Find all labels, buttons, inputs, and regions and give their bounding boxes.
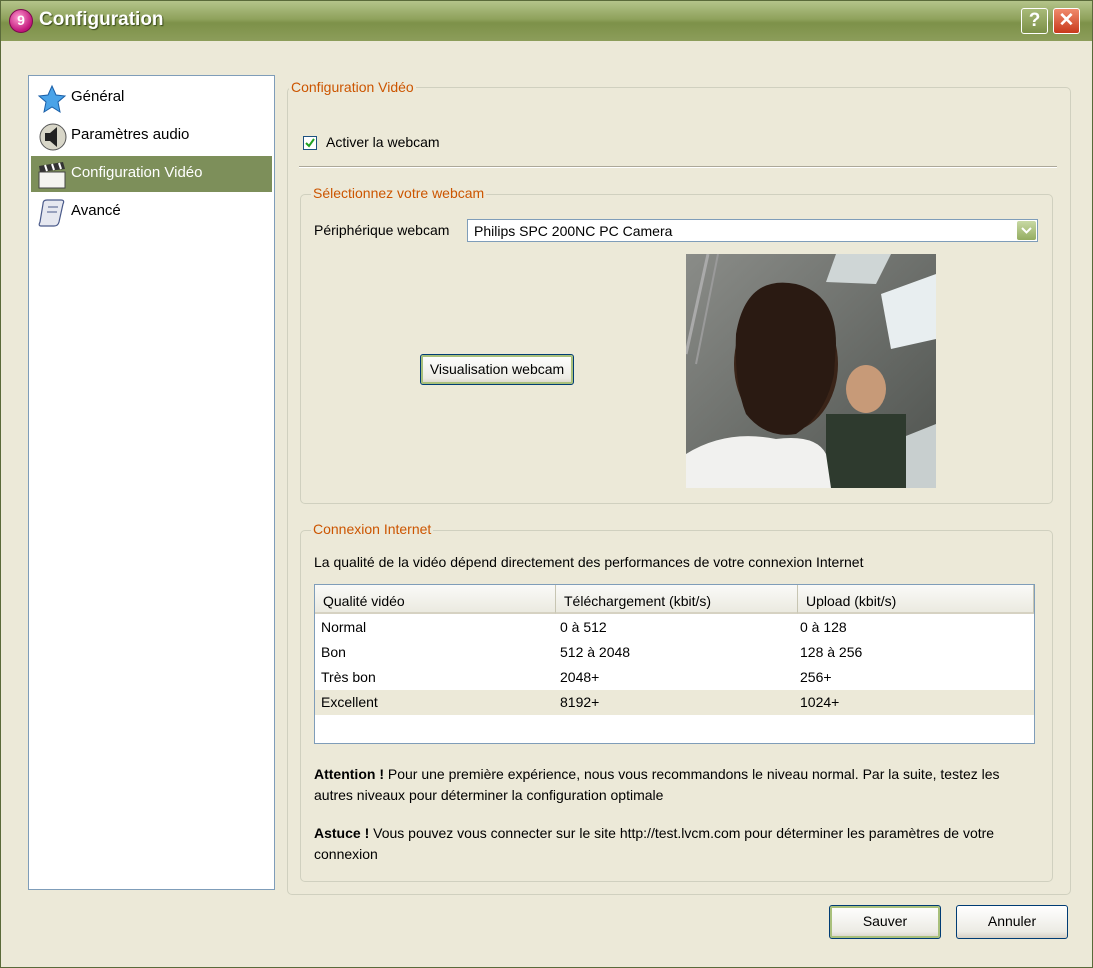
sidebar-item-advanced[interactable]: Avancé — [31, 194, 272, 230]
star-icon — [37, 84, 67, 114]
column-header-quality[interactable]: Qualité vidéo — [315, 585, 556, 614]
webcam-device-select[interactable]: Philips SPC 200NC PC Camera — [467, 219, 1038, 242]
cell-download: 512 à 2048 — [560, 644, 631, 660]
quality-table[interactable]: Qualité vidéo Téléchargement (kbit/s) Up… — [314, 584, 1035, 744]
cancel-button[interactable]: Annuler — [956, 905, 1068, 939]
chevron-down-icon[interactable] — [1017, 221, 1036, 240]
table-row[interactable]: Excellent 8192+ 1024+ — [315, 690, 1034, 715]
attention-note: Attention ! Pour une première expérience… — [314, 764, 1042, 806]
configuration-window: 9 Configuration ? ✕ Général Paramètres a… — [0, 0, 1093, 968]
webcam-device-value: Philips SPC 200NC PC Camera — [474, 223, 673, 239]
tip-note: Astuce ! Vous pouvez vous connecter sur … — [314, 823, 1042, 865]
close-button[interactable]: ✕ — [1053, 8, 1080, 34]
speaker-icon — [39, 123, 67, 151]
cell-upload: 256+ — [800, 669, 832, 685]
attention-title: Attention ! — [314, 766, 384, 782]
cell-download: 8192+ — [560, 694, 600, 710]
cell-upload: 128 à 256 — [800, 644, 863, 660]
cell-quality: Très bon — [321, 669, 376, 685]
connection-legend: Connexion Internet — [311, 521, 434, 537]
cell-download: 0 à 512 — [560, 619, 607, 635]
enable-webcam-label[interactable]: Activer la webcam — [326, 134, 440, 150]
check-icon — [305, 138, 315, 148]
table-row[interactable]: Normal 0 à 512 0 à 128 — [315, 615, 1034, 640]
sidebar-item-general[interactable]: Général — [31, 80, 272, 116]
separator — [299, 166, 1057, 168]
table-row[interactable]: Bon 512 à 2048 128 à 256 — [315, 640, 1034, 665]
attention-text: Pour une première expérience, nous vous … — [314, 766, 1000, 803]
column-header-download[interactable]: Téléchargement (kbit/s) — [556, 585, 798, 614]
sidebar-item-label: Avancé — [71, 202, 121, 219]
video-config-legend: Configuration Vidéo — [289, 79, 416, 95]
sidebar-item-label: Paramètres audio — [71, 126, 190, 143]
save-button[interactable]: Sauver — [829, 905, 941, 939]
device-label: Périphérique webcam — [314, 222, 450, 238]
enable-webcam-checkbox[interactable] — [303, 136, 317, 150]
cell-upload: 0 à 128 — [800, 619, 847, 635]
webcam-select-legend: Sélectionnez votre webcam — [311, 185, 487, 201]
help-button[interactable]: ? — [1021, 8, 1048, 34]
sidebar-item-label: Configuration Vidéo — [71, 164, 203, 181]
webcam-preview-button[interactable]: Visualisation webcam — [420, 354, 574, 385]
window-title: Configuration — [39, 9, 164, 30]
connection-description: La qualité de la vidéo dépend directemen… — [314, 554, 864, 570]
clapperboard-icon — [38, 162, 66, 189]
cell-quality: Excellent — [321, 694, 378, 710]
app-logo-icon: 9 — [9, 9, 33, 33]
category-list: Général Paramètres audio Configuration V… — [28, 75, 275, 890]
title-bar[interactable]: 9 Configuration ? ✕ — [1, 1, 1092, 41]
tip-title: Astuce ! — [314, 825, 370, 841]
cell-quality: Normal — [321, 619, 367, 635]
sidebar-item-video[interactable]: Configuration Vidéo — [31, 156, 272, 192]
cell-upload: 1024+ — [800, 694, 840, 710]
table-row[interactable]: Très bon 2048+ 256+ — [315, 665, 1034, 690]
sidebar-item-label: Général — [71, 88, 125, 105]
webcam-preview-image — [686, 254, 936, 488]
sidebar-item-audio[interactable]: Paramètres audio — [31, 118, 272, 154]
cell-quality: Bon — [321, 644, 346, 660]
cell-download: 2048+ — [560, 669, 600, 685]
tip-text: Vous pouvez vous connecter sur le site h… — [314, 825, 995, 862]
scroll-icon — [38, 199, 65, 227]
column-header-upload[interactable]: Upload (kbit/s) — [798, 585, 1034, 614]
